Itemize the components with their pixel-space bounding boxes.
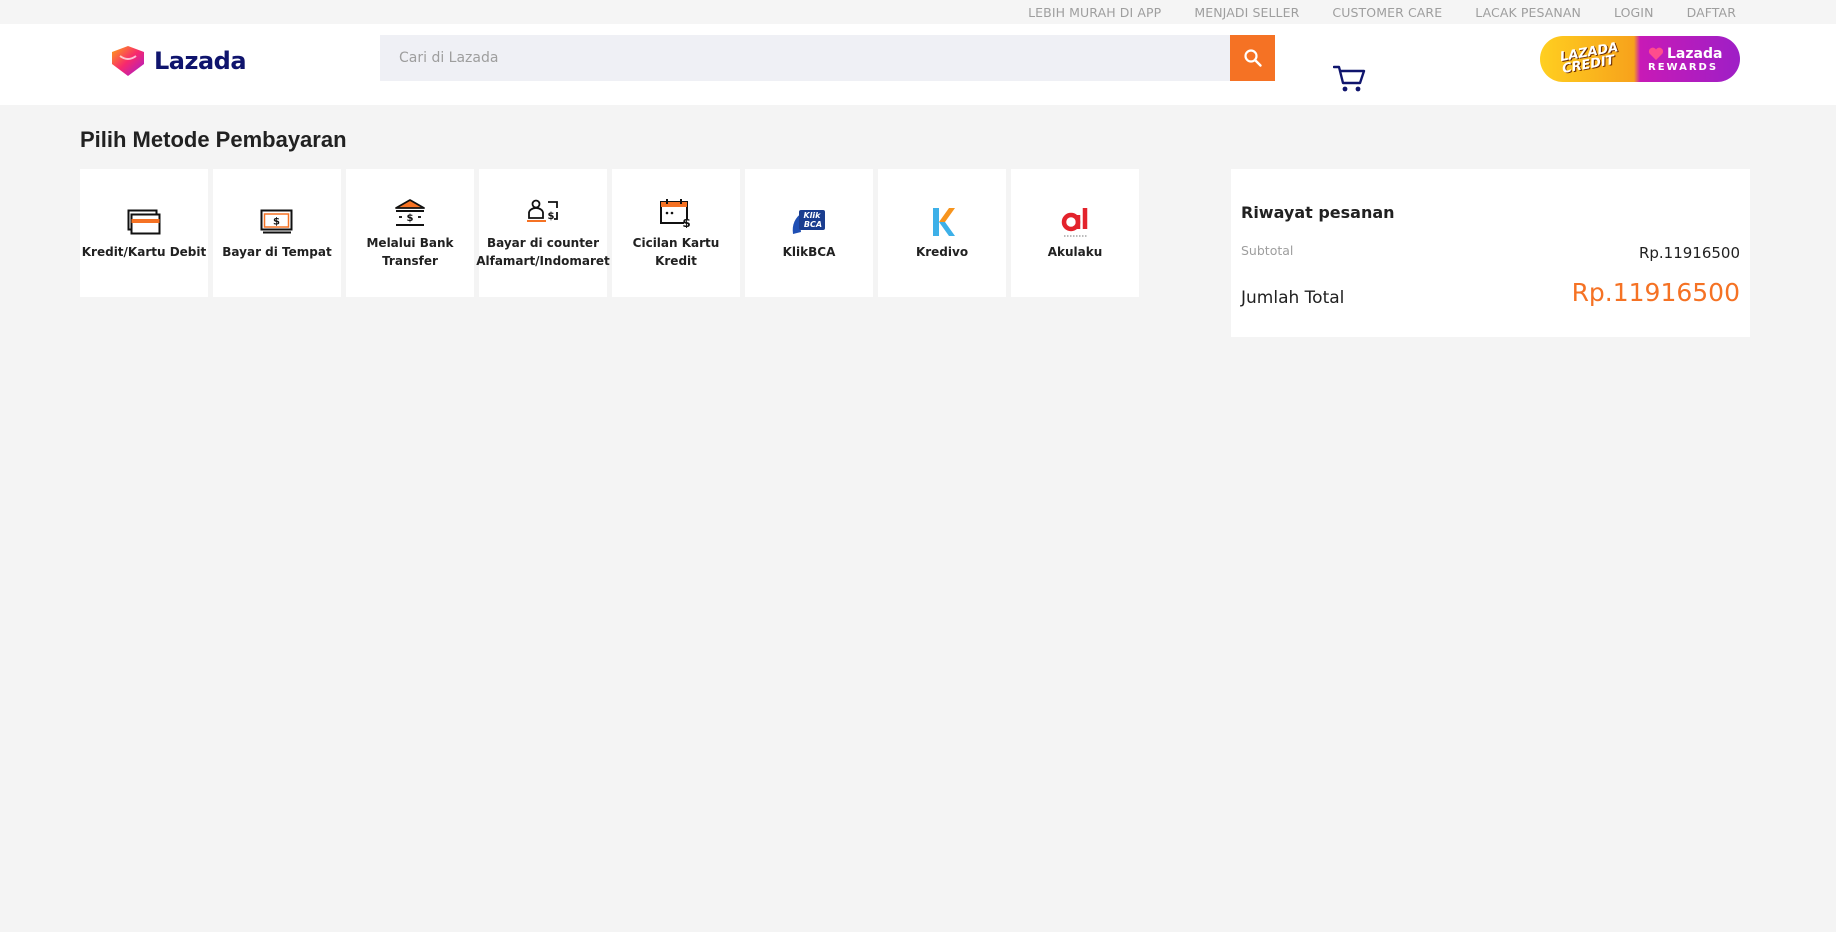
- link-track-order[interactable]: LACAK PESANAN: [1475, 5, 1581, 20]
- payment-method-cod[interactable]: $ Bayar di Tempat: [213, 169, 341, 297]
- payment-methods-list: Kredit/Kartu Debit $ Bayar di Tempat $ M…: [80, 169, 1144, 297]
- payment-method-label: Melalui Bank Transfer: [366, 236, 454, 268]
- payment-method-label: Bayar di counter Alfamart/Indomaret: [476, 236, 610, 268]
- svg-text:BCA: BCA: [804, 220, 822, 229]
- link-login[interactable]: LOGIN: [1614, 5, 1654, 20]
- header: Lazada LAZADA CREDIT: [0, 24, 1836, 105]
- order-summary-panel: Riwayat pesanan Subtotal Rp.11916500 Jum…: [1231, 169, 1750, 337]
- lazada-rewards-badge: Lazada REWARDS: [1640, 36, 1740, 82]
- svg-text:$: $: [682, 216, 690, 228]
- counter-icon: $: [527, 199, 558, 222]
- payment-method-label: Akulaku: [1047, 245, 1103, 259]
- lazada-credit-rewards-banner[interactable]: LAZADA CREDIT Lazada REWARDS: [1540, 36, 1740, 82]
- search-input[interactable]: [380, 35, 1230, 81]
- credit-card-icon: [127, 209, 161, 235]
- svg-text:$: $: [273, 217, 280, 228]
- total-value: Rp.11916500: [1571, 278, 1740, 307]
- payment-method-credit-card[interactable]: Kredit/Kartu Debit: [80, 169, 208, 297]
- lazada-credit-badge: LAZADA CREDIT: [1540, 36, 1640, 82]
- kredivo-logo-icon: [933, 208, 955, 236]
- payment-method-bank-transfer[interactable]: $ Melalui Bank Transfer: [346, 169, 474, 297]
- subtotal-label: Subtotal: [1241, 243, 1294, 258]
- rewards-label: REWARDS: [1648, 61, 1719, 73]
- svg-text:$: $: [548, 211, 555, 222]
- payment-method-label: Bayar di Tempat: [222, 245, 332, 259]
- svg-text:Klik: Klik: [803, 211, 821, 220]
- payment-method-label: KlikBCA: [782, 245, 836, 259]
- lazada-logo[interactable]: Lazada: [110, 46, 247, 76]
- logo-text: Lazada: [154, 47, 247, 75]
- payment-method-counter[interactable]: $ Bayar di counter Alfamart/Indomaret: [476, 169, 610, 297]
- payment-method-klikbca[interactable]: Klik BCA KlikBCA: [745, 169, 873, 297]
- link-become-seller[interactable]: MENJADI SELLER: [1194, 5, 1299, 20]
- cart-icon: [1332, 65, 1366, 92]
- link-register[interactable]: DAFTAR: [1687, 5, 1736, 20]
- search-button[interactable]: [1230, 35, 1275, 81]
- svg-text:$: $: [407, 213, 414, 224]
- subtotal-value: Rp.11916500: [1638, 244, 1740, 262]
- akulaku-logo-icon: [1061, 208, 1088, 237]
- installment-calendar-icon: $: [660, 199, 693, 228]
- top-link-bar: LEBIH MURAH DI APP MENJADI SELLER CUSTOM…: [0, 0, 1836, 24]
- total-label: Jumlah Total: [1241, 288, 1345, 308]
- payment-method-kredivo[interactable]: Kredivo: [878, 169, 1006, 297]
- search-icon: [1243, 49, 1262, 67]
- payment-method-label: Kredivo: [915, 245, 969, 259]
- cart-button[interactable]: [1332, 64, 1367, 98]
- klikbca-logo-icon: Klik BCA: [792, 210, 825, 234]
- cash-icon: $: [260, 209, 293, 234]
- search-bar: [380, 35, 1275, 81]
- payment-method-label: Cicilan Kartu Kredit: [632, 236, 720, 268]
- link-customer-care[interactable]: CUSTOMER CARE: [1332, 5, 1442, 20]
- summary-title: Riwayat pesanan: [1241, 203, 1395, 222]
- lazada-heart-icon: [112, 46, 144, 76]
- page-title: Pilih Metode Pembayaran: [80, 127, 347, 152]
- link-app-promo[interactable]: LEBIH MURAH DI APP: [1028, 5, 1161, 20]
- heart-icon: [1648, 47, 1664, 60]
- payment-method-label: Kredit/Kartu Debit: [81, 245, 207, 259]
- payment-method-akulaku[interactable]: Akulaku: [1011, 169, 1139, 297]
- payment-method-installment[interactable]: $ Cicilan Kartu Kredit: [612, 169, 740, 297]
- bank-icon: $: [395, 199, 425, 226]
- rewards-brand: Lazada: [1667, 45, 1723, 62]
